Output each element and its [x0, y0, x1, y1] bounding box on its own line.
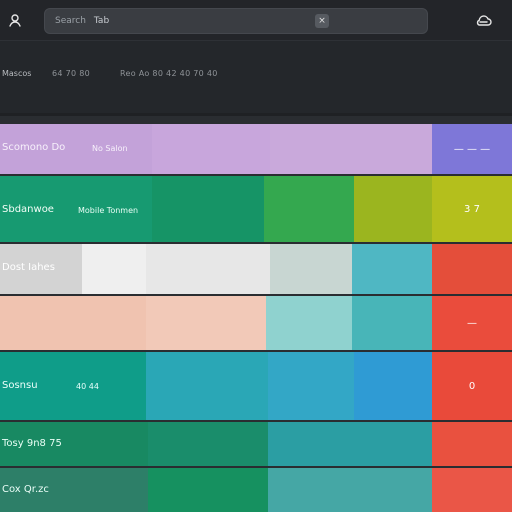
color-grid: — — — Scomono Do No Salon 3 7 Sbdanwoe M…: [0, 116, 512, 512]
grid-row[interactable]: —: [0, 296, 512, 350]
row-cell: [146, 352, 268, 420]
row-side-value: — — —: [453, 143, 491, 155]
header-title: Mascos: [2, 69, 32, 78]
grid-row[interactable]: — — — Scomono Do No Salon: [0, 124, 512, 174]
row-cell: [82, 244, 146, 294]
row-label: Sosnsu: [2, 380, 38, 391]
row-side-badge[interactable]: —: [432, 296, 512, 350]
search-value: Tab: [93, 16, 110, 26]
row-label: Sbdanwoe: [2, 204, 54, 215]
row-cell: [354, 352, 432, 420]
row-side-badge[interactable]: — — —: [432, 124, 512, 174]
row-cell: [270, 244, 352, 294]
row-cell: [146, 296, 266, 350]
row-side-badge[interactable]: 0: [432, 352, 512, 420]
row-cell: [352, 244, 432, 294]
profile-icon[interactable]: [2, 7, 28, 33]
search-field[interactable]: Search Tab ×: [44, 8, 428, 34]
row-side-value: —: [467, 317, 477, 329]
row-cell: [146, 244, 270, 294]
row-side-badge[interactable]: [432, 468, 512, 512]
row-sublabel: No Salon: [92, 144, 128, 153]
grid-row[interactable]: 0 Sosnsu 40 44: [0, 352, 512, 420]
row-side-badge[interactable]: 3 7: [432, 176, 512, 242]
row-cell: [268, 422, 432, 466]
row-label: Cox Qr.zc: [2, 484, 49, 495]
row-side-value: 0: [468, 380, 476, 392]
row-cell: [264, 176, 354, 242]
top-bar: Search Tab ×: [0, 0, 512, 41]
row-sublabel: Mobile Tonmen: [78, 206, 139, 215]
content-header: Mascos 64 70 80 Reo Ao 80 42 40 70 40: [0, 41, 512, 113]
header-meta-secondary: Reo Ao 80 42 40 70 40: [120, 69, 218, 78]
row-cell: [0, 296, 146, 350]
row-cell: [270, 124, 432, 174]
row-cell: [354, 176, 432, 242]
header-meta: 64 70 80: [52, 69, 91, 78]
row-cell: [268, 352, 354, 420]
row-cell: [266, 296, 352, 350]
row-cell: [152, 124, 270, 174]
row-side-badge[interactable]: [432, 244, 512, 294]
grid-row[interactable]: Cox Qr.zc: [0, 468, 512, 512]
row-cell: [148, 422, 268, 466]
row-cell: [352, 296, 432, 350]
row-side-badge[interactable]: [432, 422, 512, 466]
search-clear-icon[interactable]: ×: [315, 14, 329, 28]
row-label: Tosy 9n8 75: [2, 438, 62, 449]
search-label: Search: [55, 16, 86, 26]
grid-row[interactable]: Tosy 9n8 75: [0, 422, 512, 466]
row-cell: [268, 468, 432, 512]
row-cell: [148, 468, 268, 512]
row-cell: [152, 176, 264, 242]
grid-row[interactable]: Dost Iahes: [0, 244, 512, 294]
row-label: Dost Iahes: [2, 262, 55, 273]
row-label: Scomono Do: [2, 142, 66, 153]
row-side-value: 3 7: [464, 203, 480, 215]
row-sublabel: 40 44: [76, 382, 99, 391]
cloud-icon[interactable]: [470, 7, 496, 33]
grid-row[interactable]: 3 7 Sbdanwoe Mobile Tonmen: [0, 176, 512, 242]
